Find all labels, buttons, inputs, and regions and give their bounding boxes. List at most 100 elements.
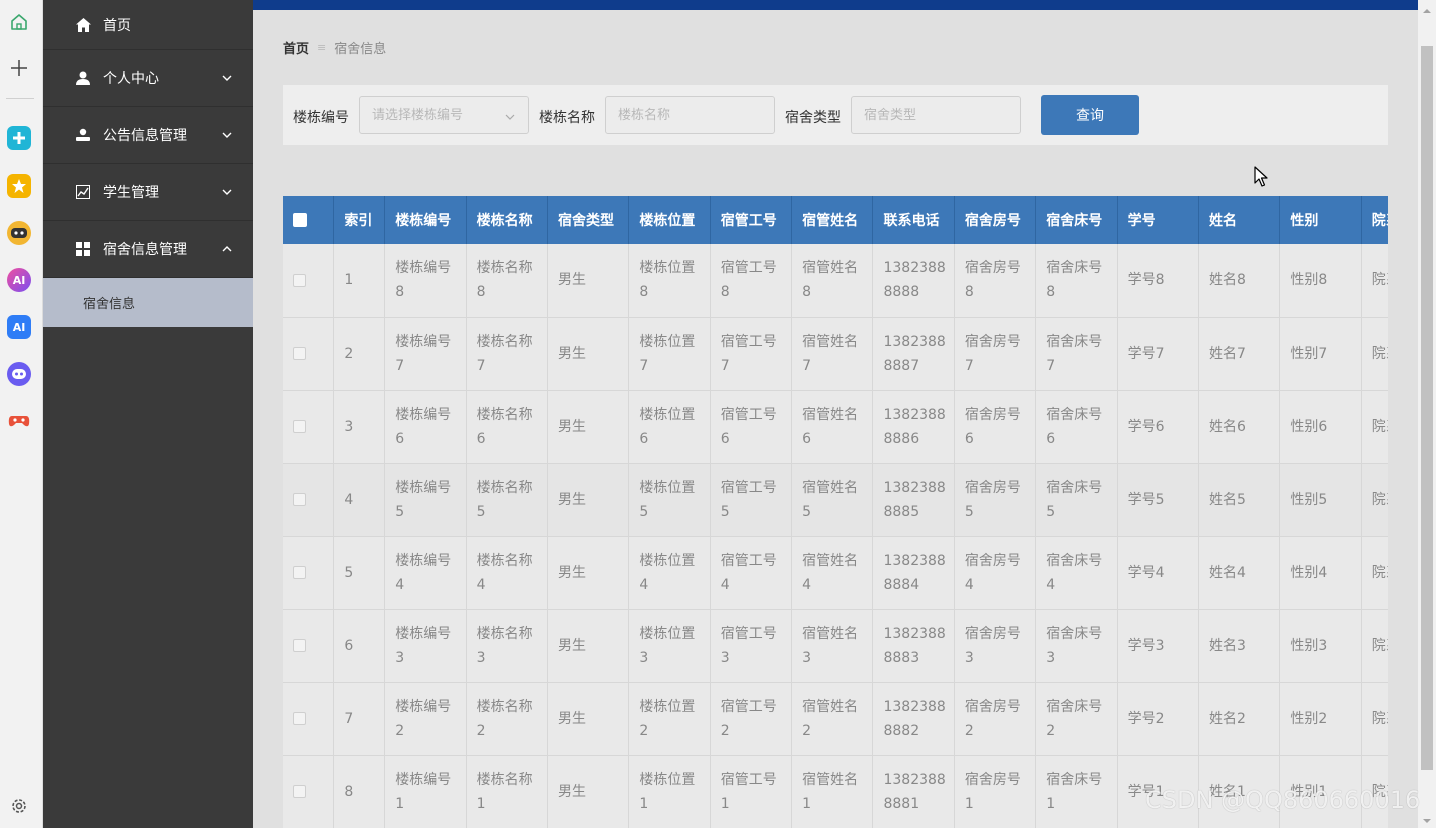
table-row[interactable]: 1 楼栋编号 8 楼栋名称 8 男生 楼栋位置 8 宿管工号 8 宿管姓名 8 1382388 8888 宿…	[283, 244, 1388, 318]
cell-gender: 性别2	[1279, 682, 1362, 756]
cell-index: 5	[333, 536, 386, 610]
row-checkbox[interactable]	[293, 712, 306, 725]
cell-room-no: 宿舍房号 3	[954, 609, 1037, 683]
cell-index: 2	[333, 317, 386, 391]
sidebar-item-student-management[interactable]: 学生管理	[43, 164, 253, 221]
cell-student-no: 学号3	[1117, 609, 1199, 683]
cell-building-name-line: 3	[476, 649, 486, 666]
sidebar-item-personal-center[interactable]: 个人中心	[43, 50, 253, 107]
cell-dorm-type: 男生	[547, 317, 630, 391]
dorm-table: 索引 楼栋编号 楼栋名称 宿舍类型 楼栋位置 宿管工号 宿管姓名 联系电话 宿舍…	[283, 196, 1388, 828]
cell-gender: 性别8	[1279, 244, 1362, 318]
breadcrumb-home[interactable]: 首页	[283, 38, 309, 57]
row-checkbox[interactable]	[293, 420, 306, 433]
app-ai-blue-icon[interactable]: AI	[7, 315, 31, 339]
cell-bed-no: 宿舍床号 3	[1035, 609, 1118, 683]
cell-bed-no-line: 宿舍床号	[1046, 260, 1103, 277]
cell-dept: 院系4	[1361, 536, 1388, 610]
building-no-select[interactable]	[359, 96, 529, 134]
row-checkbox[interactable]	[293, 639, 306, 652]
row-checkbox-cell	[283, 317, 335, 391]
user-icon	[75, 70, 91, 86]
cell-phone-line: 1382388	[883, 260, 946, 277]
row-checkbox[interactable]	[293, 493, 306, 506]
cell-student-no: 学号7	[1117, 317, 1199, 391]
cell-building-name-line: 楼栋名称	[476, 479, 533, 496]
page-scrollbar[interactable]	[1418, 0, 1436, 828]
cell-name: 姓名8	[1198, 244, 1281, 318]
cell-building-no: 楼栋编号 2	[384, 682, 467, 756]
cell-location-line: 5	[639, 503, 649, 520]
cell-staff-name-line: 4	[802, 576, 812, 593]
cell-phone-line: 8882	[883, 722, 920, 739]
settings-gear-icon[interactable]	[7, 794, 31, 818]
app-ai-gradient-icon[interactable]: AI	[7, 268, 31, 292]
row-checkbox-cell	[283, 390, 335, 464]
app-rail: AI AI	[0, 0, 43, 828]
row-checkbox[interactable]	[293, 566, 306, 579]
cell-student-no: 学号2	[1117, 682, 1199, 756]
scroll-down-icon[interactable]	[1423, 814, 1431, 823]
cell-bed-no-line: 5	[1046, 503, 1056, 520]
cell-staff-name: 宿管姓名 6	[791, 390, 874, 464]
cell-staff-no-line: 宿管工号	[720, 333, 777, 350]
app-teal-icon[interactable]	[7, 126, 31, 150]
app-ghost-icon[interactable]	[7, 362, 31, 386]
cell-dorm-type: 男生	[547, 609, 630, 683]
select-all-checkbox[interactable]	[293, 213, 307, 227]
sidebar-item-dorm-management[interactable]: 宿舍信息管理	[43, 221, 253, 278]
breadcrumb: 首页 ≡ 宿舍信息	[283, 38, 386, 57]
cell-location: 楼栋位置 6	[628, 390, 711, 464]
cell-staff-no: 宿管工号 7	[710, 317, 793, 391]
app-gamepad-icon[interactable]	[7, 409, 31, 433]
cell-staff-no-line: 宿管工号	[720, 771, 777, 788]
cell-staff-name-line: 宿管姓名	[802, 698, 859, 715]
table-row[interactable]: 4 楼栋编号 5 楼栋名称 5 男生 楼栋位置 5 宿管工号 5 宿管姓名 5 1382388 8885 宿…	[283, 463, 1388, 537]
cell-phone-line: 8883	[883, 649, 920, 666]
cell-phone-line: 1382388	[883, 625, 946, 642]
plus-icon[interactable]	[7, 56, 31, 80]
cell-index: 7	[333, 682, 386, 756]
cell-dept: 院系7	[1361, 317, 1388, 391]
sidebar-subitem-dorm-info[interactable]: 宿舍信息	[43, 278, 253, 327]
sidebar-item-label: 公告信息管理	[103, 128, 187, 144]
cell-building-no-line: 5	[395, 503, 405, 520]
cell-building-name-line: 楼栋名称	[476, 333, 533, 350]
cell-building-name: 楼栋名称 8	[466, 244, 548, 318]
cell-building-no-line: 楼栋编号	[395, 479, 452, 496]
cell-staff-name-line: 5	[802, 503, 812, 520]
sidebar-item-notice-management[interactable]: 公告信息管理	[43, 107, 253, 164]
cell-gender: 性别7	[1279, 317, 1362, 391]
table-row[interactable]: 3 楼栋编号 6 楼栋名称 6 男生 楼栋位置 6 宿管工号 6 宿管姓名 6 1382388 8886 宿…	[283, 390, 1388, 464]
table-row[interactable]: 5 楼栋编号 4 楼栋名称 4 男生 楼栋位置 4 宿管工号 4 宿管姓名 4 1382388 8884 宿…	[283, 536, 1388, 610]
dorm-type-input[interactable]	[851, 96, 1021, 134]
cell-location-line: 楼栋位置	[639, 406, 696, 423]
app-star-icon[interactable]	[7, 174, 31, 198]
cell-building-no: 楼栋编号 6	[384, 390, 467, 464]
header-dorm-type: 宿舍类型	[547, 196, 630, 244]
table-row[interactable]: 7 楼栋编号 2 楼栋名称 2 男生 楼栋位置 2 宿管工号 2 宿管姓名 2 1382388 8882 宿…	[283, 682, 1388, 756]
cell-phone: 1382388 8883	[872, 609, 955, 683]
cell-staff-no-line: 宿管工号	[720, 552, 777, 569]
cell-building-name: 楼栋名称 6	[466, 390, 548, 464]
header-gender: 性别	[1279, 196, 1362, 244]
scroll-up-icon[interactable]	[1423, 4, 1431, 13]
row-checkbox[interactable]	[293, 273, 306, 287]
cell-building-name-line: 楼栋名称	[476, 260, 533, 277]
query-button[interactable]: 查询	[1041, 95, 1139, 135]
table-row[interactable]: 6 楼栋编号 3 楼栋名称 3 男生 楼栋位置 3 宿管工号 3 宿管姓名 3 1382388 8883 宿…	[283, 609, 1388, 683]
cell-building-name-line: 楼栋名称	[476, 406, 533, 423]
cell-phone-line: 8886	[883, 430, 920, 447]
table-row[interactable]: 2 楼栋编号 7 楼栋名称 7 男生 楼栋位置 7 宿管工号 7 宿管姓名 7 1382388 8887 宿…	[283, 317, 1388, 391]
row-checkbox[interactable]	[293, 785, 306, 798]
home-icon[interactable]	[7, 10, 31, 34]
cell-building-name-line: 楼栋名称	[476, 552, 533, 569]
sidebar-item-home[interactable]: 首页	[43, 0, 253, 50]
scrollbar-thumb[interactable]	[1421, 46, 1433, 770]
app-bot-icon[interactable]	[7, 221, 31, 245]
cell-room-no-line: 宿舍房号	[964, 552, 1021, 569]
row-checkbox[interactable]	[293, 347, 306, 360]
chevron-up-icon	[221, 243, 233, 255]
cell-location-line: 楼栋位置	[639, 333, 696, 350]
building-name-input[interactable]	[605, 96, 775, 134]
